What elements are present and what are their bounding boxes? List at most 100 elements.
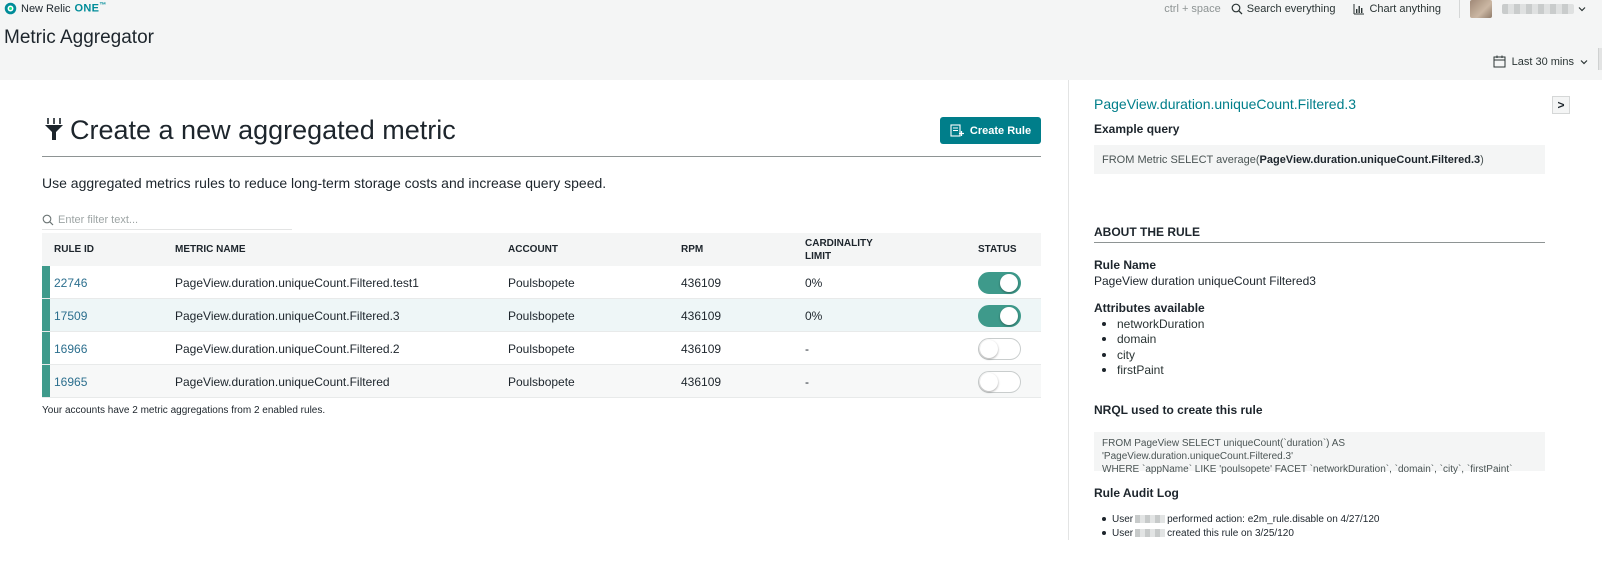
column-account[interactable]: ACCOUNT <box>508 233 558 266</box>
top-actions: ctrl + space Search everything Chart any… <box>1164 0 1586 18</box>
create-rule-button[interactable]: Create Rule <box>940 117 1041 144</box>
table-row[interactable]: 22746 PageView.duration.uniqueCount.Filt… <box>42 266 1041 299</box>
search-icon <box>42 214 54 225</box>
rule-id-link[interactable]: 22746 <box>54 276 87 290</box>
shortcut-hint: ctrl + space <box>1164 3 1221 15</box>
metric-name-cell: PageView.duration.uniqueCount.Filtered.3 <box>175 308 400 323</box>
list-item: User created this rule on 3/25/120 <box>1102 526 1379 540</box>
nrql-label: NRQL used to create this rule <box>1094 403 1263 417</box>
rule-id-link[interactable]: 16966 <box>54 342 87 356</box>
audit-log-list: User performed action: e2m_rule.disable o… <box>1102 512 1379 540</box>
metric-name-cell: PageView.duration.uniqueCount.Filtered.t… <box>175 275 419 290</box>
toggle-knob <box>980 372 998 391</box>
page-title: Metric Aggregator <box>4 27 154 48</box>
status-toggle[interactable] <box>978 304 1021 327</box>
status-toggle[interactable] <box>978 271 1021 294</box>
list-item: User performed action: e2m_rule.disable o… <box>1102 512 1379 526</box>
account-cell: Poulsbopete <box>508 341 575 356</box>
account-cell: Poulsbopete <box>508 275 575 290</box>
create-metric-heading: Create a new aggregated metric <box>70 115 456 145</box>
toggle-knob <box>980 339 998 358</box>
header-divider <box>1459 0 1460 18</box>
column-metric-name[interactable]: METRIC NAME <box>175 233 246 266</box>
search-everything-button[interactable]: Search everything <box>1231 3 1336 15</box>
chart-anything-button[interactable]: Chart anything <box>1353 3 1441 15</box>
chart-icon <box>1353 4 1365 15</box>
new-relic-logo-icon <box>4 2 17 15</box>
audit-text: performed action: e2m_rule.disable on 4/… <box>1167 513 1380 525</box>
time-range-picker[interactable]: Last 30 mins <box>1493 55 1588 68</box>
avatar[interactable] <box>1470 0 1492 18</box>
toggle-knob <box>1000 273 1018 292</box>
cardinality-cell: 0% <box>805 275 823 290</box>
brand-name: New Relic <box>21 2 71 15</box>
table-header: RULE ID METRIC NAME ACCOUNT RPM CARDINAL… <box>42 233 1041 266</box>
row-enabled-marker <box>42 299 50 331</box>
audit-prefix: User <box>1112 513 1134 525</box>
table-row[interactable]: 16965 PageView.duration.uniqueCount.Filt… <box>42 365 1041 398</box>
nrql-line-1: FROM PageView SELECT uniqueCount(`durati… <box>1102 438 1346 462</box>
metric-name-cell: PageView.duration.uniqueCount.Filtered.2 <box>175 341 400 356</box>
chevron-down-icon <box>1580 59 1588 64</box>
column-cardinality-limit[interactable]: CARDINALITY LIMIT <box>805 233 873 266</box>
top-header: New Relic ONE™ Metric Aggregator ctrl + … <box>0 0 1602 80</box>
time-range-label: Last 30 mins <box>1511 55 1574 68</box>
rule-name-value: PageView duration uniqueCount Filtered3 <box>1094 274 1316 288</box>
redacted-user-id <box>1135 529 1166 537</box>
rpm-cell: 436109 <box>681 341 722 356</box>
rule-id-link[interactable]: 17509 <box>54 309 87 323</box>
cardinality-cell: - <box>805 374 809 389</box>
nrql-line-2: WHERE `appName` LIKE 'poulsopete' FACET … <box>1102 464 1513 475</box>
filter-placeholder: Enter filter text... <box>58 213 139 226</box>
status-toggle[interactable] <box>978 337 1021 360</box>
detail-title: PageView.duration.uniqueCount.Filtered.3 <box>1094 96 1357 112</box>
cardinality-cell: - <box>805 341 809 356</box>
brand-product: ONE™ <box>74 2 107 15</box>
redacted-user-id <box>1135 515 1166 523</box>
column-rule-id[interactable]: RULE ID <box>54 233 94 266</box>
row-enabled-marker <box>42 365 50 397</box>
about-rule-heading: ABOUT THE RULE <box>1094 225 1545 243</box>
table-row[interactable]: 16966 PageView.duration.uniqueCount.Filt… <box>42 332 1041 365</box>
attributes-list: networkDuration domain city firstPaint <box>1102 316 1204 378</box>
list-item: networkDuration <box>1102 316 1204 332</box>
audit-log-label: Rule Audit Log <box>1094 486 1179 500</box>
account-cell: Poulsbopete <box>508 308 575 323</box>
scroll-edge <box>1598 48 1602 70</box>
account-name-redacted[interactable] <box>1502 4 1574 14</box>
brand[interactable]: New Relic ONE™ <box>4 2 107 15</box>
search-icon <box>1231 3 1243 15</box>
page-description: Use aggregated metrics rules to reduce l… <box>42 175 607 191</box>
example-query-metric: PageView.duration.uniqueCount.Filtered.3 <box>1259 153 1481 166</box>
chevron-down-icon[interactable] <box>1578 5 1586 13</box>
audit-text: created this rule on 3/25/120 <box>1167 527 1294 539</box>
example-query-suffix: ) <box>1480 153 1484 166</box>
table-row[interactable]: 17509 PageView.duration.uniqueCount.Filt… <box>42 299 1041 332</box>
column-cardinality-line2: LIMIT <box>805 250 832 262</box>
rpm-cell: 436109 <box>681 308 722 323</box>
column-status[interactable]: STATUS <box>978 233 1017 266</box>
example-query-label: Example query <box>1094 122 1180 136</box>
search-everything-label: Search everything <box>1246 3 1336 15</box>
collapse-panel-button[interactable]: > <box>1552 96 1570 114</box>
audit-prefix: User <box>1112 527 1134 539</box>
attributes-label: Attributes available <box>1094 301 1205 315</box>
column-cardinality-line1: CARDINALITY <box>805 237 873 249</box>
row-enabled-marker <box>42 332 50 364</box>
status-toggle[interactable] <box>978 370 1021 393</box>
filter-field[interactable]: Enter filter text... <box>42 210 292 230</box>
rule-id-link[interactable]: 16965 <box>54 375 87 389</box>
calendar-icon <box>1493 55 1506 68</box>
cardinality-cell: 0% <box>805 308 823 323</box>
example-query-box[interactable]: FROM Metric SELECT average(PageView.dura… <box>1094 145 1545 174</box>
aggregate-icon <box>45 118 63 140</box>
example-query-prefix: FROM Metric SELECT average( <box>1102 153 1260 166</box>
list-item: firstPaint <box>1102 363 1204 379</box>
toggle-knob <box>1000 306 1018 325</box>
nrql-query-box[interactable]: FROM PageView SELECT uniqueCount(`durati… <box>1094 432 1545 475</box>
column-rpm[interactable]: RPM <box>681 233 703 266</box>
rule-name-label: Rule Name <box>1094 258 1157 272</box>
rpm-cell: 436109 <box>681 374 722 389</box>
create-rule-icon <box>950 124 964 137</box>
aggregation-summary: Your accounts have 2 metric aggregations… <box>42 405 326 416</box>
